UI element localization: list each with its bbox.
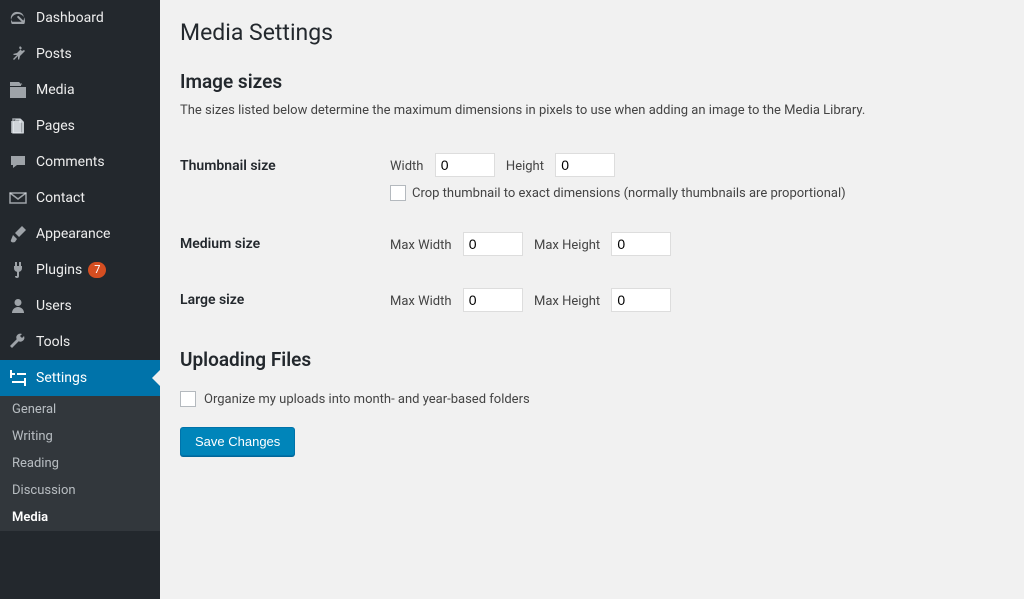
sidebar-item-contact[interactable]: Contact xyxy=(0,180,160,216)
submenu-item-writing[interactable]: Writing xyxy=(0,423,160,450)
organize-uploads-checkbox[interactable] xyxy=(180,391,196,407)
medium-maxwidth-input[interactable] xyxy=(463,232,523,256)
main-content: Media Settings Image sizes The sizes lis… xyxy=(160,0,1024,599)
sidebar-item-label: Media xyxy=(36,82,75,98)
sidebar-item-label: Settings xyxy=(36,370,87,386)
sidebar-item-media[interactable]: Media xyxy=(0,72,160,108)
update-badge: 7 xyxy=(88,262,106,278)
media-icon xyxy=(8,80,28,100)
sidebar-item-posts[interactable]: Posts xyxy=(0,36,160,72)
large-maxheight-label: Max Height xyxy=(534,294,600,309)
image-sizes-table: Thumbnail size Width Height Crop thumbna… xyxy=(180,138,1004,328)
organize-uploads-label: Organize my uploads into month- and year… xyxy=(204,392,530,407)
user-icon xyxy=(8,296,28,316)
page-title: Media Settings xyxy=(180,10,1004,50)
sidebar-item-appearance[interactable]: Appearance xyxy=(0,216,160,252)
plug-icon xyxy=(8,260,28,280)
save-changes-button[interactable]: Save Changes xyxy=(180,427,295,456)
sidebar-item-label: Users xyxy=(36,298,72,314)
sidebar-item-label: Comments xyxy=(36,154,105,170)
sidebar-item-dashboard[interactable]: Dashboard xyxy=(0,0,160,36)
sidebar-item-label: Tools xyxy=(36,334,70,350)
submenu-item-media[interactable]: Media xyxy=(0,504,160,531)
sliders-icon xyxy=(8,368,28,388)
envelope-icon xyxy=(8,188,28,208)
thumbnail-width-label: Width xyxy=(390,159,423,174)
submenu-item-general[interactable]: General xyxy=(0,396,160,423)
sidebar-item-comments[interactable]: Comments xyxy=(0,144,160,180)
pin-icon xyxy=(8,44,28,64)
wrench-icon xyxy=(8,332,28,352)
image-sizes-description: The sizes listed below determine the max… xyxy=(180,103,1004,118)
sidebar-item-tools[interactable]: Tools xyxy=(0,324,160,360)
sidebar-item-label: Dashboard xyxy=(36,10,104,26)
dashboard-icon xyxy=(8,8,28,28)
medium-row-label: Medium size xyxy=(180,216,380,272)
large-maxwidth-input[interactable] xyxy=(463,288,523,312)
submenu-item-reading[interactable]: Reading xyxy=(0,450,160,477)
sidebar-item-plugins[interactable]: Plugins 7 xyxy=(0,252,160,288)
sidebar-item-label: Appearance xyxy=(36,226,110,242)
large-maxwidth-label: Max Width xyxy=(390,294,452,309)
sidebar-item-label: Plugins xyxy=(36,262,82,278)
pages-icon xyxy=(8,116,28,136)
thumbnail-crop-checkbox[interactable] xyxy=(390,185,406,201)
sidebar-item-users[interactable]: Users xyxy=(0,288,160,324)
thumbnail-height-input[interactable] xyxy=(555,153,615,177)
section-uploading-files: Uploading Files xyxy=(180,348,1004,371)
sidebar-item-settings[interactable]: Settings xyxy=(0,360,160,396)
medium-maxwidth-label: Max Width xyxy=(390,238,452,253)
thumbnail-width-input[interactable] xyxy=(435,153,495,177)
medium-maxheight-label: Max Height xyxy=(534,238,600,253)
comments-icon xyxy=(8,152,28,172)
sidebar-item-label: Posts xyxy=(36,46,72,62)
large-maxheight-input[interactable] xyxy=(611,288,671,312)
sidebar-item-label: Contact xyxy=(36,190,85,206)
section-image-sizes: Image sizes xyxy=(180,70,1004,93)
medium-maxheight-input[interactable] xyxy=(611,232,671,256)
large-row-label: Large size xyxy=(180,272,380,328)
thumbnail-height-label: Height xyxy=(506,159,544,174)
admin-sidebar: Dashboard Posts Media Pages Comments Contact A… xyxy=(0,0,160,599)
sidebar-item-pages[interactable]: Pages xyxy=(0,108,160,144)
thumbnail-row-label: Thumbnail size xyxy=(180,138,380,216)
submenu-item-discussion[interactable]: Discussion xyxy=(0,477,160,504)
brush-icon xyxy=(8,224,28,244)
settings-submenu: GeneralWritingReadingDiscussionMedia xyxy=(0,396,160,531)
thumbnail-crop-label: Crop thumbnail to exact dimensions (norm… xyxy=(412,186,846,201)
sidebar-item-label: Pages xyxy=(36,118,75,134)
